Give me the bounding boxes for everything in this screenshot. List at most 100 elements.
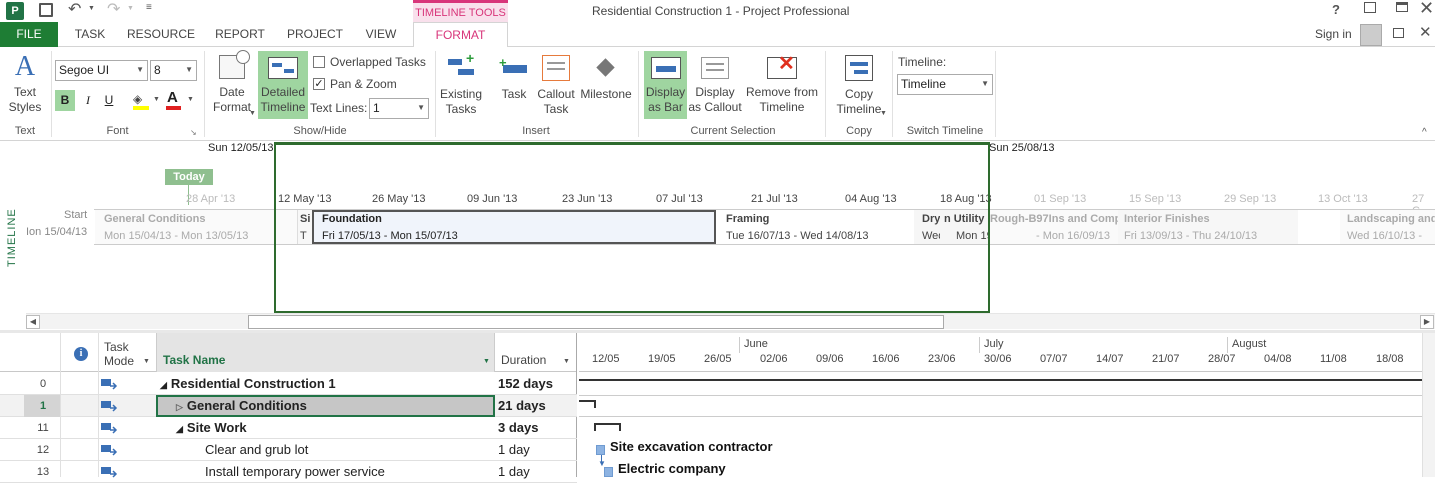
- scroll-left-icon[interactable]: ◀: [26, 315, 40, 329]
- restore-window-icon[interactable]: [1393, 28, 1404, 38]
- gantt-week-label: 21/07: [1152, 353, 1180, 365]
- auto-scheduled-icon: [101, 400, 119, 412]
- undo-dropdown-icon[interactable]: ▼: [88, 5, 95, 12]
- redo-icon[interactable]: ↷: [107, 0, 120, 19]
- duration-column-header[interactable]: Duration: [501, 353, 546, 367]
- gantt-summary-bar[interactable]: [594, 423, 621, 425]
- task-name-cell[interactable]: Clear and grub lot: [205, 439, 308, 461]
- milestone-icon: [591, 55, 621, 81]
- tab-project[interactable]: PROJECT: [280, 22, 350, 47]
- row-id: 12: [36, 444, 50, 456]
- overlapped-tasks-checkbox[interactable]: [313, 56, 325, 68]
- project-app-icon[interactable]: P: [6, 2, 24, 20]
- duration-cell[interactable]: 1 day: [498, 439, 530, 461]
- pan-zoom-checkbox[interactable]: ✓: [313, 78, 325, 90]
- redo-dropdown-icon[interactable]: ▼: [127, 5, 134, 12]
- tab-task[interactable]: TASK: [64, 22, 116, 47]
- text-styles-button[interactable]: A Text Styles: [4, 51, 46, 115]
- task-name-cell[interactable]: Install temporary power service: [205, 461, 385, 483]
- chevron-down-icon[interactable]: ▼: [187, 96, 194, 103]
- close-window-icon[interactable]: ✕: [1419, 23, 1432, 41]
- pan-zoom-label: Pan & Zoom: [330, 77, 397, 91]
- switch-timeline-group-label: Switch Timeline: [906, 125, 984, 137]
- duration-cell[interactable]: 3 days: [498, 417, 538, 439]
- copy-group-label: Copy: [846, 125, 872, 137]
- task-name-cell[interactable]: ▷ General Conditions: [176, 395, 307, 417]
- collapse-ribbon-icon[interactable]: ^: [1422, 127, 1427, 138]
- date-format-button[interactable]: Date Format: [208, 50, 256, 115]
- separator: [892, 51, 893, 137]
- timeline-switch-combo[interactable]: Timeline ▼: [897, 74, 993, 95]
- display-as-callout-button[interactable]: Display as Callout: [688, 51, 742, 115]
- display-as-bar-button[interactable]: Display as Bar: [644, 51, 687, 119]
- insert-task-button[interactable]: + Task: [494, 51, 534, 102]
- today-marker: Today: [165, 169, 213, 185]
- help-icon[interactable]: ?: [1332, 2, 1340, 17]
- existing-tasks-button[interactable]: + Existing Tasks: [438, 51, 484, 117]
- gantt-task-bar[interactable]: [596, 445, 605, 455]
- pan-zoom-box[interactable]: [274, 142, 990, 313]
- text-lines-combo[interactable]: 1 ▼: [369, 98, 429, 119]
- tab-report[interactable]: REPORT: [208, 22, 272, 47]
- font-size-combo[interactable]: 8 ▼: [150, 60, 197, 81]
- separator: [638, 51, 639, 137]
- start-date: Ion 15/04/13: [26, 226, 88, 238]
- tab-format[interactable]: FORMAT: [413, 22, 508, 48]
- customize-qat-icon[interactable]: ≡: [146, 2, 152, 13]
- gantt-task-bar[interactable]: [604, 467, 613, 477]
- timeline-tick: 13 Oct '13: [1318, 193, 1368, 205]
- task-name-cell[interactable]: ◢ Site Work: [176, 417, 247, 439]
- font-color-icon[interactable]: A: [167, 89, 178, 106]
- chevron-down-icon[interactable]: ▼: [153, 96, 160, 103]
- remove-from-timeline-button[interactable]: ✕ Remove from Timeline: [744, 51, 820, 115]
- detailed-timeline-button[interactable]: Detailed Timeline: [258, 51, 308, 119]
- timeline-bar-rough-ins[interactable]: Rough-B97Ins and Completion - Mon 16/09/…: [988, 210, 1118, 244]
- tab-view[interactable]: VIEW: [358, 22, 404, 47]
- font-name-combo[interactable]: Segoe UI ▼: [55, 60, 148, 81]
- table-row[interactable]: 0 ◢ Residential Construction 1 152 days: [0, 373, 577, 395]
- timeline-scrollbar[interactable]: ◀ ▶: [26, 313, 1435, 329]
- info-column-header[interactable]: i: [74, 347, 88, 361]
- italic-button[interactable]: I: [80, 90, 96, 111]
- dialog-launcher-icon[interactable]: ↘: [190, 128, 197, 137]
- bold-button[interactable]: B: [55, 90, 75, 111]
- minimize-icon[interactable]: [1396, 2, 1408, 12]
- task-name-cell[interactable]: ◢ Residential Construction 1: [160, 373, 336, 395]
- chevron-down-icon[interactable]: ▼: [143, 358, 150, 365]
- auto-scheduled-icon: [101, 422, 119, 434]
- gantt-week-label: 14/07: [1096, 353, 1124, 365]
- task-name-column-header[interactable]: Task Name ▼: [156, 333, 495, 372]
- timeline-bar-general-conditions[interactable]: General Conditions Mon 15/04/13 - Mon 13…: [95, 210, 298, 244]
- callout-task-button[interactable]: Callout Task: [535, 51, 577, 117]
- gantt-vertical-scrollbar[interactable]: [1422, 333, 1435, 477]
- ribbon-display-icon[interactable]: [1364, 2, 1376, 13]
- table-row[interactable]: 13 Install temporary power service 1 day: [0, 461, 577, 483]
- close-icon[interactable]: ✕: [1419, 0, 1434, 19]
- gantt-week-label: 28/07: [1208, 353, 1236, 365]
- duration-cell[interactable]: 152 days: [498, 373, 553, 395]
- table-row[interactable]: 12 Clear and grub lot 1 day: [0, 439, 577, 461]
- table-row[interactable]: 11 ◢ Site Work 3 days: [0, 417, 577, 439]
- undo-icon[interactable]: ↶: [68, 0, 81, 19]
- scroll-right-icon[interactable]: ▶: [1420, 315, 1434, 329]
- duration-cell[interactable]: 21 days: [498, 395, 546, 417]
- underline-button[interactable]: U: [101, 90, 117, 111]
- table-row[interactable]: 1 ▷ General Conditions 21 days: [0, 395, 577, 417]
- copy-timeline-button[interactable]: Copy Timeline: [830, 51, 888, 117]
- timeline-bar-landscaping[interactable]: Landscaping and Wed 16/10/13 -: [1340, 210, 1435, 244]
- gantt-summary-bar[interactable]: [579, 379, 1422, 381]
- user-avatar[interactable]: [1360, 24, 1382, 46]
- gantt-summary-bar-end[interactable]: [579, 400, 595, 402]
- milestone-button[interactable]: Milestone: [578, 51, 634, 102]
- background-color-icon[interactable]: ◈: [133, 92, 149, 106]
- task-mode-column-header[interactable]: Task Mode: [104, 340, 134, 368]
- duration-cell[interactable]: 1 day: [498, 461, 530, 483]
- tab-resource[interactable]: RESOURCE: [124, 22, 198, 47]
- current-selection-group-label: Current Selection: [690, 125, 776, 137]
- tab-file[interactable]: FILE: [0, 22, 58, 47]
- save-icon[interactable]: [39, 3, 53, 17]
- timeline-bar-interior-finishes[interactable]: Interior Finishes Fri 13/09/13 - Thu 24/…: [1118, 210, 1298, 244]
- sign-in-link[interactable]: Sign in: [1315, 27, 1352, 41]
- scroll-thumb[interactable]: [248, 315, 944, 329]
- chevron-down-icon[interactable]: ▼: [563, 358, 570, 365]
